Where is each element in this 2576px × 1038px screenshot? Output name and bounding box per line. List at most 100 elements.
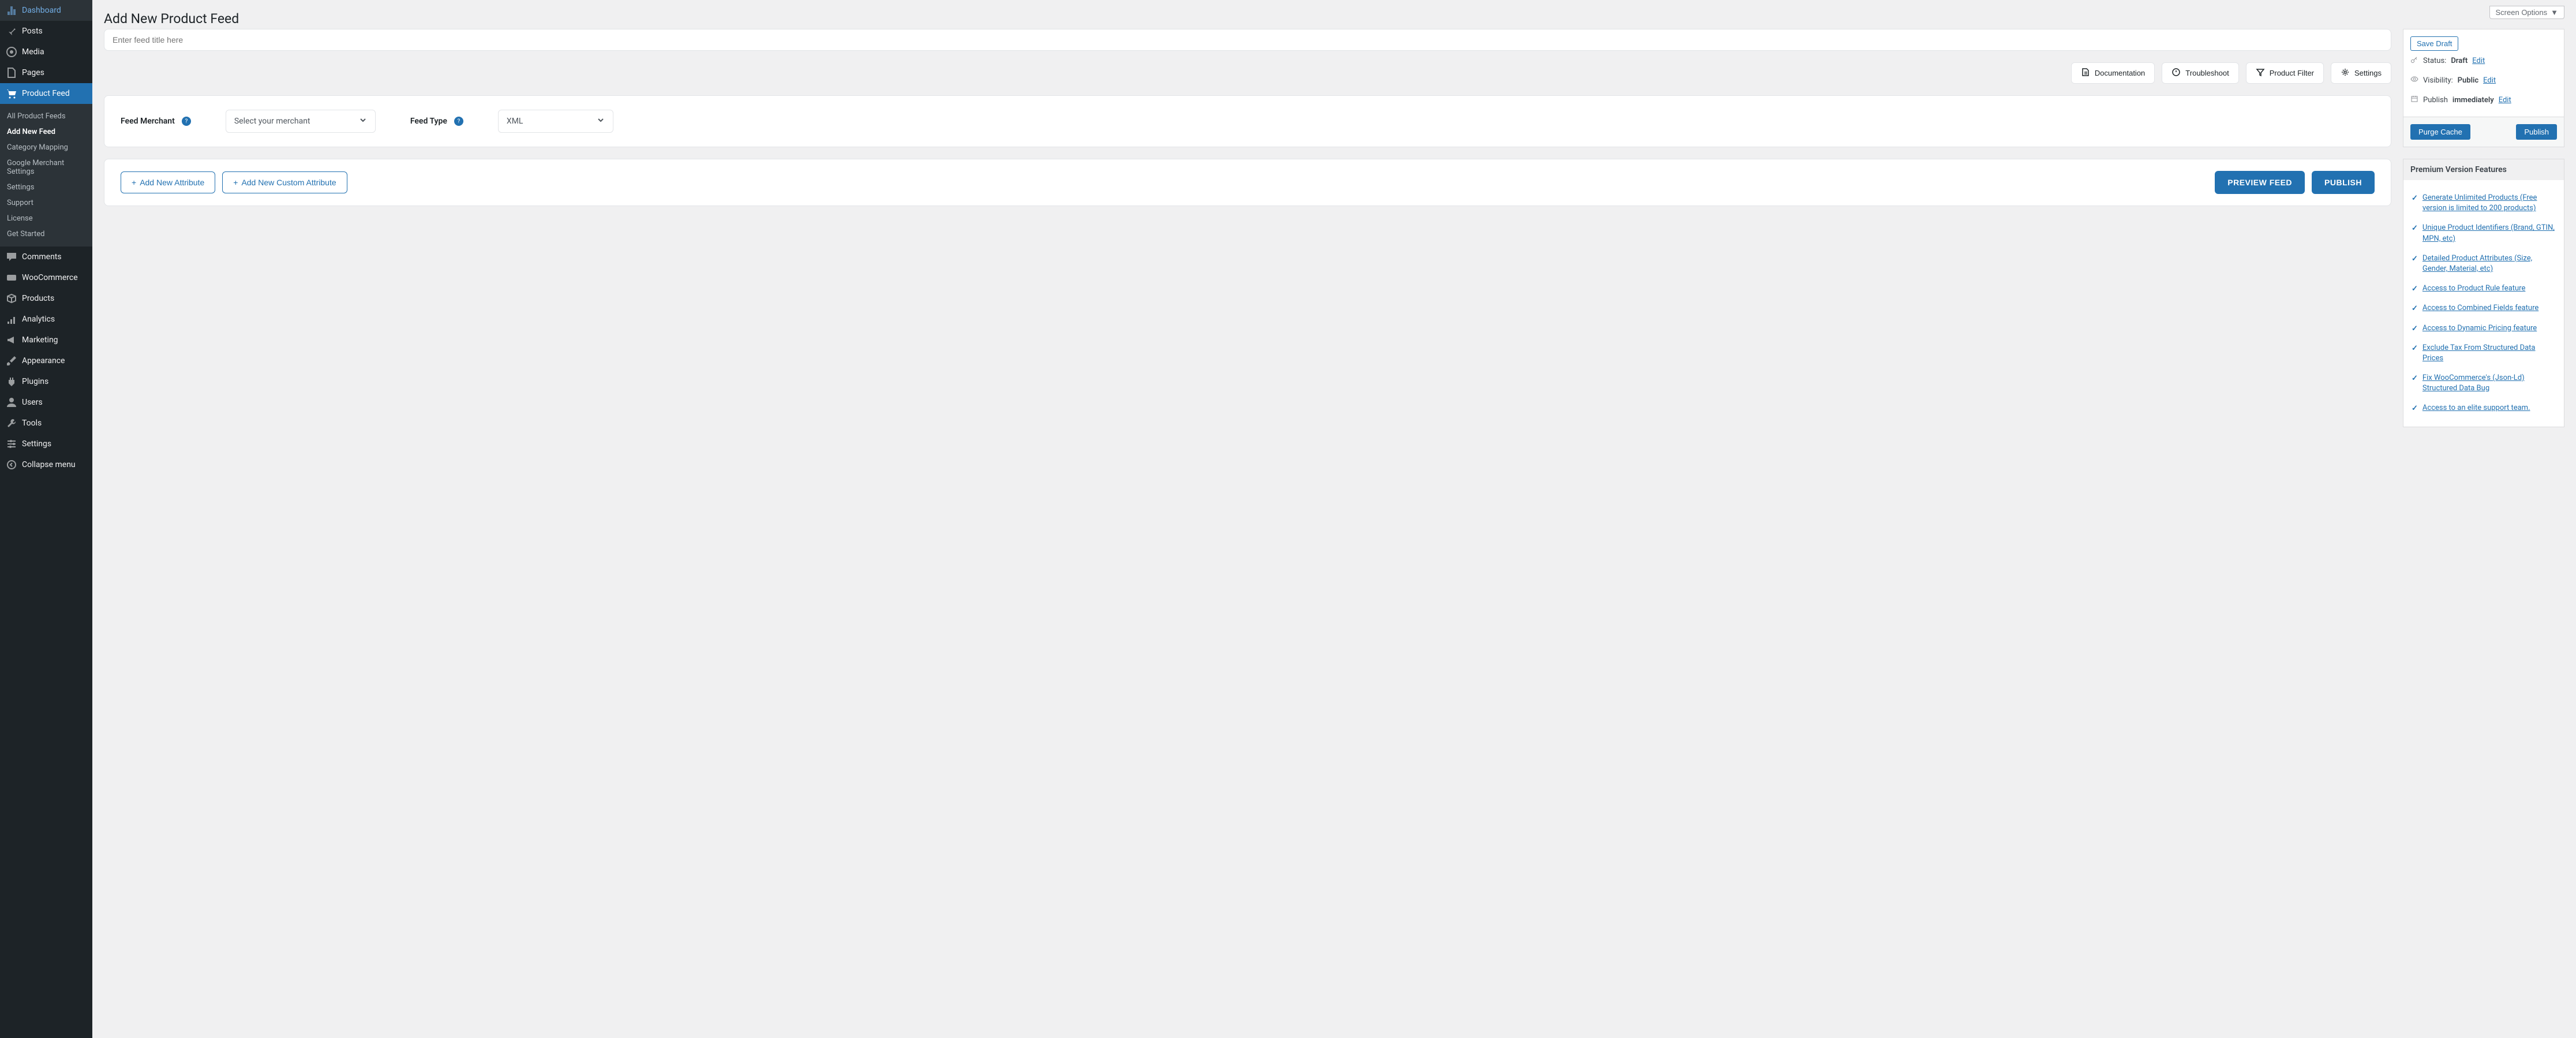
publish-value: immediately (2453, 96, 2494, 104)
sidebar-label: Plugins (22, 377, 48, 386)
premium-feature-link[interactable]: Generate Unlimited Products (Free versio… (2423, 193, 2556, 214)
chevron-down-icon (597, 116, 605, 126)
box-icon (6, 293, 17, 304)
add-attribute-button[interactable]: + Add New Attribute (121, 171, 215, 193)
documentation-button[interactable]: Documentation (2071, 62, 2155, 84)
media-icon (6, 46, 17, 58)
sidebar-media[interactable]: Media (0, 42, 92, 62)
check-icon: ✓ (2412, 374, 2418, 383)
page-icon (6, 67, 17, 79)
sidebar-users[interactable]: Users (0, 392, 92, 413)
key-icon (2410, 55, 2418, 66)
wrench-icon (6, 417, 17, 429)
submenu-get-started[interactable]: Get Started (0, 226, 92, 242)
visibility-value: Public (2458, 76, 2478, 85)
check-icon: ✓ (2412, 304, 2418, 313)
premium-feature-link[interactable]: Access to Combined Fields feature (2423, 303, 2538, 313)
type-select[interactable]: XML (498, 110, 613, 133)
attribute-card: + Add New Attribute + Add New Custom Att… (104, 159, 2391, 206)
check-icon: ✓ (2412, 194, 2418, 203)
premium-feature-link[interactable]: Access to an elite support team. (2423, 403, 2530, 413)
publish-button[interactable]: Publish (2516, 124, 2557, 140)
button-label: Settings (2354, 69, 2382, 77)
submenu-settings[interactable]: Settings (0, 180, 92, 195)
merchant-label: Feed Merchant (121, 117, 175, 126)
dashboard-icon (6, 5, 17, 16)
premium-feature-link[interactable]: Exclude Tax From Structured Data Prices (2423, 343, 2556, 364)
sidebar-label: Tools (22, 419, 42, 428)
sidebar-appearance[interactable]: Appearance (0, 350, 92, 371)
preview-feed-button[interactable]: PREVIEW FEED (2215, 171, 2305, 194)
screen-options-toggle[interactable]: Screen Options ▼ (2489, 6, 2564, 19)
submenu-support[interactable]: Support (0, 195, 92, 211)
sidebar-pages[interactable]: Pages (0, 62, 92, 83)
sidebar-tools[interactable]: Tools (0, 413, 92, 434)
woo-icon (6, 272, 17, 283)
product-filter-button[interactable]: Product Filter (2246, 62, 2324, 84)
sidebar-products[interactable]: Products (0, 288, 92, 309)
save-draft-button[interactable]: Save Draft (2410, 36, 2458, 51)
sidebar-label: Comments (22, 252, 62, 262)
submenu-google-merchant[interactable]: Google Merchant Settings (0, 155, 92, 180)
sidebar-product-feed[interactable]: Product Feed (0, 83, 92, 104)
submenu-license[interactable]: License (0, 211, 92, 226)
main-content: Add New Product Feed Screen Options ▼ Do… (92, 0, 2576, 1038)
merchant-select[interactable]: Select your merchant (226, 110, 376, 133)
document-icon (2081, 68, 2090, 79)
plus-icon: + (233, 178, 238, 187)
chart-icon (6, 313, 17, 325)
premium-feature-link[interactable]: Detailed Product Attributes (Size, Gende… (2423, 253, 2556, 274)
sidebar-label: Settings (22, 439, 51, 449)
submenu-all-feeds[interactable]: All Product Feeds (0, 109, 92, 124)
filter-icon (2256, 68, 2265, 79)
purge-cache-button[interactable]: Purge Cache (2410, 124, 2470, 140)
sidebar-plugins[interactable]: Plugins (0, 371, 92, 392)
help-icon[interactable]: ? (182, 117, 191, 126)
comment-icon (6, 251, 17, 263)
check-icon: ✓ (2412, 404, 2418, 413)
button-label: Add New Attribute (140, 178, 204, 187)
alert-icon (2171, 68, 2181, 79)
sidebar-comments[interactable]: Comments (0, 247, 92, 267)
sidebar-label: Dashboard (22, 6, 61, 15)
collapse-icon (6, 459, 17, 471)
help-icon[interactable]: ? (454, 117, 463, 126)
title-card (104, 29, 2391, 51)
sidebar-posts[interactable]: Posts (0, 21, 92, 42)
brush-icon (6, 355, 17, 367)
sidebar-label: Posts (22, 27, 43, 36)
troubleshoot-button[interactable]: Troubleshoot (2162, 62, 2238, 84)
edit-visibility-link[interactable]: Edit (2483, 76, 2496, 85)
button-label: Product Filter (2270, 69, 2314, 77)
page-title: Add New Product Feed (104, 6, 239, 29)
feed-title-input[interactable] (104, 29, 2391, 50)
status-label: Status: (2423, 57, 2446, 65)
sidebar-analytics[interactable]: Analytics (0, 309, 92, 330)
edit-publish-link[interactable]: Edit (2499, 96, 2511, 104)
type-label: Feed Type (410, 117, 447, 126)
premium-feature-link[interactable]: Access to Dynamic Pricing feature (2423, 323, 2537, 334)
edit-status-link[interactable]: Edit (2472, 57, 2485, 65)
screen-options-label: Screen Options (2496, 8, 2548, 17)
sidebar-dashboard[interactable]: Dashboard (0, 0, 92, 21)
sidebar-woocommerce[interactable]: WooCommerce (0, 267, 92, 288)
premium-feature-link[interactable]: Access to Product Rule feature (2423, 283, 2525, 294)
premium-feature-link[interactable]: Unique Product Identifiers (Brand, GTIN,… (2423, 223, 2556, 244)
button-label: Troubleshoot (2185, 69, 2229, 77)
premium-feature-link[interactable]: Fix WooCommerce's (Json-Ld) Structured D… (2423, 373, 2556, 394)
sidebar-label: Product Feed (22, 89, 70, 98)
plus-icon: + (132, 178, 136, 187)
cart-icon (6, 88, 17, 99)
sidebar-marketing[interactable]: Marketing (0, 330, 92, 350)
sidebar-settings[interactable]: Settings (0, 434, 92, 454)
add-custom-attribute-button[interactable]: + Add New Custom Attribute (222, 171, 347, 193)
submenu-add-new[interactable]: Add New Feed (0, 124, 92, 140)
settings-button[interactable]: Settings (2331, 62, 2391, 84)
publish-feed-button[interactable]: PUBLISH (2312, 171, 2375, 194)
check-icon: ✓ (2412, 255, 2418, 263)
button-label: Documentation (2095, 69, 2145, 77)
submenu-category-mapping[interactable]: Category Mapping (0, 140, 92, 155)
sidebar-collapse[interactable]: Collapse menu (0, 454, 92, 475)
chevron-down-icon: ▼ (2551, 8, 2558, 17)
publish-metabox: Save Draft Status: Draft Edit Visibility… (2403, 29, 2564, 147)
